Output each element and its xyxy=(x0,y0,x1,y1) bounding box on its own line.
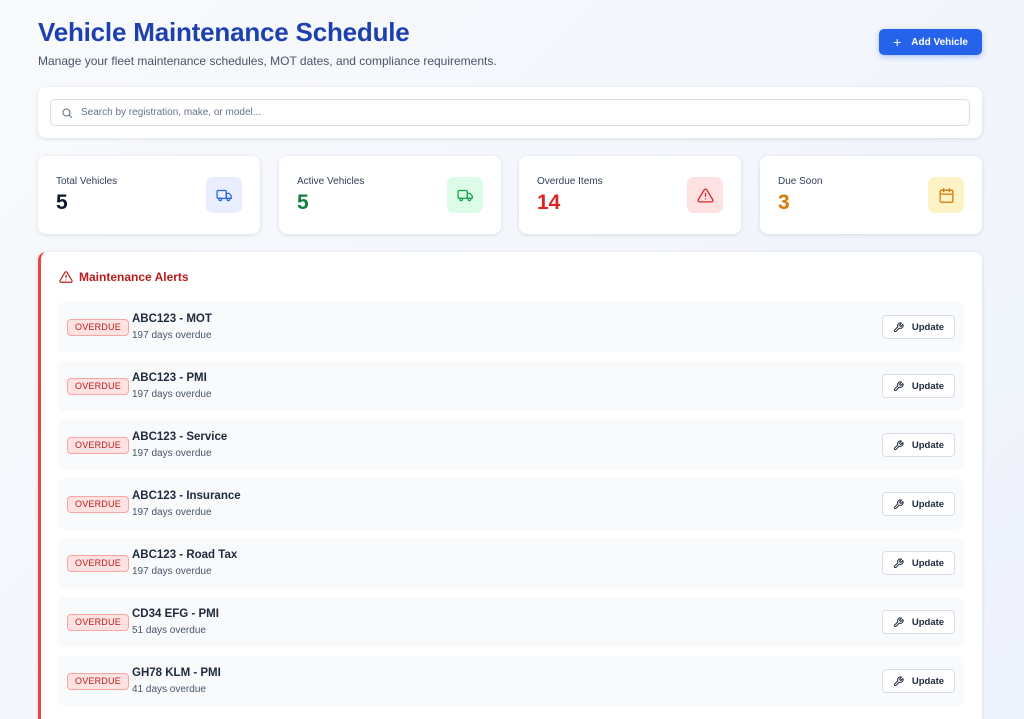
alerts-title: Maintenance Alerts xyxy=(79,270,189,284)
update-label: Update xyxy=(911,321,945,333)
page-title: Vehicle Maintenance Schedule xyxy=(38,17,410,47)
wrench-icon xyxy=(893,675,904,686)
alert-row: OVERDUE ABC123 - Insurance 197 days overdu… xyxy=(58,479,964,529)
page: Vehicle Maintenance Schedule Manage your… xyxy=(0,0,1024,719)
alert-row: OVERDUE ABC123 - PMI 197 days overdue Updat… xyxy=(58,361,964,411)
alert-title: CD34 EFG - PMI xyxy=(132,608,219,620)
update-label: Update xyxy=(911,557,945,569)
wrench-icon xyxy=(893,557,904,568)
alert-row: OVERDUE GH78 KLM - PMI 41 days overdue Upda… xyxy=(58,656,964,706)
alert-triangle-icon xyxy=(59,271,73,283)
update-button[interactable]: Update xyxy=(882,433,955,457)
overdue-badge: OVERDUE xyxy=(67,319,129,336)
search-card xyxy=(38,87,982,138)
overdue-badge: OVERDUE xyxy=(67,437,129,454)
alert-detail: 197 days overdue xyxy=(132,507,212,518)
search-icon xyxy=(62,107,73,118)
alert-detail: 197 days overdue xyxy=(132,330,212,341)
stat-card: Total Vehicles 5 xyxy=(38,156,260,234)
alert-detail: 197 days overdue xyxy=(132,448,212,459)
add-vehicle-button[interactable]: + Add Vehicle xyxy=(879,29,982,55)
truck-icon xyxy=(447,177,483,213)
update-button[interactable]: Update xyxy=(882,492,955,516)
update-label: Update xyxy=(911,616,945,628)
update-label: Update xyxy=(911,675,945,687)
overdue-badge: OVERDUE xyxy=(67,614,129,631)
overdue-badge: OVERDUE xyxy=(67,496,129,513)
update-button[interactable]: Update xyxy=(882,610,955,634)
search-input[interactable] xyxy=(81,107,969,118)
alert-title: ABC123 - Road Tax xyxy=(132,549,238,561)
alert-title: ABC123 - PMI xyxy=(132,372,207,384)
wrench-icon xyxy=(893,498,904,509)
stat-card: Active Vehicles 5 xyxy=(279,156,501,234)
update-label: Update xyxy=(911,380,945,392)
update-label: Update xyxy=(911,439,945,451)
alert-title: GH78 KLM - PMI xyxy=(132,667,221,679)
plus-icon: + xyxy=(893,34,902,50)
alert-title: ABC123 - Service xyxy=(132,431,228,443)
update-label: Update xyxy=(911,498,945,510)
wrench-icon xyxy=(893,380,904,391)
alert-row: OVERDUE ABC123 - Road Tax 197 days overdue… xyxy=(58,538,964,588)
page-header: Vehicle Maintenance Schedule Manage your… xyxy=(38,16,982,76)
overdue-badge: OVERDUE xyxy=(67,673,129,690)
maintenance-alerts-panel: Maintenance Alerts OVERDUE ABC123 - MOT 19… xyxy=(38,252,982,719)
wrench-icon xyxy=(893,321,904,332)
add-vehicle-label: Add Vehicle xyxy=(911,36,968,48)
alert-row: OVERDUE ABC123 - MOT 197 days overdue Updat… xyxy=(58,302,964,352)
truck-icon xyxy=(206,177,242,213)
alert-detail: 41 days overdue xyxy=(132,684,206,695)
alert-detail: 197 days overdue xyxy=(132,389,212,400)
update-button[interactable]: Update xyxy=(882,374,955,398)
update-button[interactable]: Update xyxy=(882,551,955,575)
alert-title: ABC123 - Insurance xyxy=(132,490,241,502)
alert-triangle-icon xyxy=(687,177,723,213)
alert-detail: 51 days overdue xyxy=(132,625,206,636)
update-button[interactable]: Update xyxy=(882,315,955,339)
wrench-icon xyxy=(893,616,904,627)
alert-title: ABC123 - MOT xyxy=(132,313,212,325)
calendar-icon xyxy=(928,177,964,213)
alerts-header: Maintenance Alerts xyxy=(59,270,189,284)
search-box[interactable] xyxy=(50,99,970,126)
overdue-badge: OVERDUE xyxy=(67,378,129,395)
wrench-icon xyxy=(893,439,904,450)
page-subtitle: Manage your fleet maintenance schedules,… xyxy=(38,54,497,68)
update-button[interactable]: Update xyxy=(882,669,955,693)
alert-row: OVERDUE ABC123 - Service 197 days overdue U… xyxy=(58,420,964,470)
stat-card: Overdue Items 14 xyxy=(519,156,741,234)
alert-detail: 197 days overdue xyxy=(132,566,212,577)
alert-row: OVERDUE CD34 EFG - PMI 51 days overdue Upda… xyxy=(58,597,964,647)
overdue-badge: OVERDUE xyxy=(67,555,129,572)
stat-card: Due Soon 3 xyxy=(760,156,982,234)
